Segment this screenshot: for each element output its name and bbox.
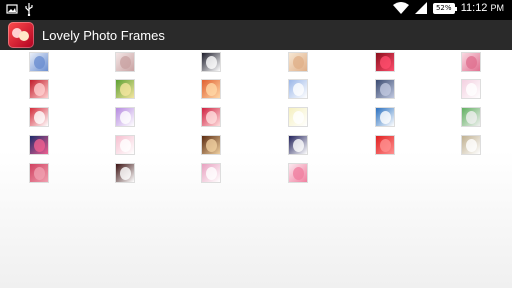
frame-thumbnail[interactable] <box>29 163 49 183</box>
frame-photo-slot <box>466 83 477 96</box>
frame-thumbnail[interactable] <box>115 107 135 127</box>
frame-photo-slot <box>120 83 131 96</box>
action-bar: Lovely Photo Frames <box>0 20 512 50</box>
frame-photo-slot <box>34 139 45 152</box>
frame-thumbnail[interactable] <box>29 107 49 127</box>
battery-level: 52% <box>435 3 452 12</box>
usb-icon <box>25 3 33 16</box>
frame-thumbnail[interactable] <box>201 163 221 183</box>
frame-thumbnail[interactable] <box>461 52 481 72</box>
frame-photo-slot <box>120 167 131 180</box>
frame-thumbnail[interactable] <box>29 79 49 99</box>
frame-photo-slot <box>34 167 45 180</box>
frame-thumbnail[interactable] <box>375 52 395 72</box>
frame-thumbnail[interactable] <box>115 135 135 155</box>
frame-photo-slot <box>466 139 477 152</box>
clock-suffix: PM <box>490 3 505 13</box>
clock-time: 11:12 <box>460 2 488 14</box>
frame-photo-slot <box>206 167 217 180</box>
frame-thumbnail[interactable] <box>201 52 221 72</box>
frame-photo-slot <box>206 139 217 152</box>
frame-photo-slot <box>34 56 45 69</box>
frame-photo-slot <box>206 56 217 69</box>
frame-photo-slot <box>380 56 391 69</box>
frame-thumbnail[interactable] <box>288 163 308 183</box>
frame-thumbnail[interactable] <box>115 52 135 72</box>
frame-thumbnail[interactable] <box>201 107 221 127</box>
frame-photo-slot <box>293 83 304 96</box>
frame-photo-slot <box>206 111 217 124</box>
frame-thumbnail[interactable] <box>201 79 221 99</box>
frame-thumbnail[interactable] <box>29 135 49 155</box>
app-logo-icon[interactable] <box>8 22 34 48</box>
frame-photo-slot <box>466 111 477 124</box>
frame-thumbnail[interactable] <box>288 135 308 155</box>
frame-photo-slot <box>380 139 391 152</box>
frame-thumbnail[interactable] <box>375 79 395 99</box>
frame-thumbnail[interactable] <box>29 52 49 72</box>
app-title: Lovely Photo Frames <box>42 27 165 43</box>
frame-photo-slot <box>293 167 304 180</box>
frame-photo-slot <box>120 111 131 124</box>
frame-photo-slot <box>34 111 45 124</box>
frame-thumbnail[interactable] <box>288 79 308 99</box>
frame-thumbnail[interactable] <box>115 79 135 99</box>
battery-icon: 52% <box>432 2 457 14</box>
frame-photo-slot <box>34 83 45 96</box>
frame-thumbnail[interactable] <box>461 79 481 99</box>
frame-thumbnail[interactable] <box>461 135 481 155</box>
wifi-icon <box>392 2 409 14</box>
frame-thumbnail[interactable] <box>201 135 221 155</box>
gallery-icon <box>6 4 18 14</box>
frame-photo-slot <box>380 83 391 96</box>
frame-thumbnail[interactable] <box>288 52 308 72</box>
frame-photo-slot <box>120 139 131 152</box>
frame-photo-slot <box>466 56 477 69</box>
frame-thumbnail[interactable] <box>375 135 395 155</box>
frame-thumbnail[interactable] <box>288 107 308 127</box>
status-bar: 52% 11:12 PM <box>0 0 512 20</box>
status-clock: 11:12 PM <box>461 2 504 14</box>
frame-thumbnail[interactable] <box>461 107 481 127</box>
frame-photo-slot <box>293 56 304 69</box>
frame-photo-slot <box>293 139 304 152</box>
signal-icon <box>414 2 427 14</box>
frame-thumbnail[interactable] <box>115 163 135 183</box>
frame-photo-slot <box>120 56 131 69</box>
frame-photo-slot <box>206 83 217 96</box>
frame-photo-slot <box>380 111 391 124</box>
frame-thumbnail[interactable] <box>375 107 395 127</box>
frame-photo-slot <box>293 111 304 124</box>
